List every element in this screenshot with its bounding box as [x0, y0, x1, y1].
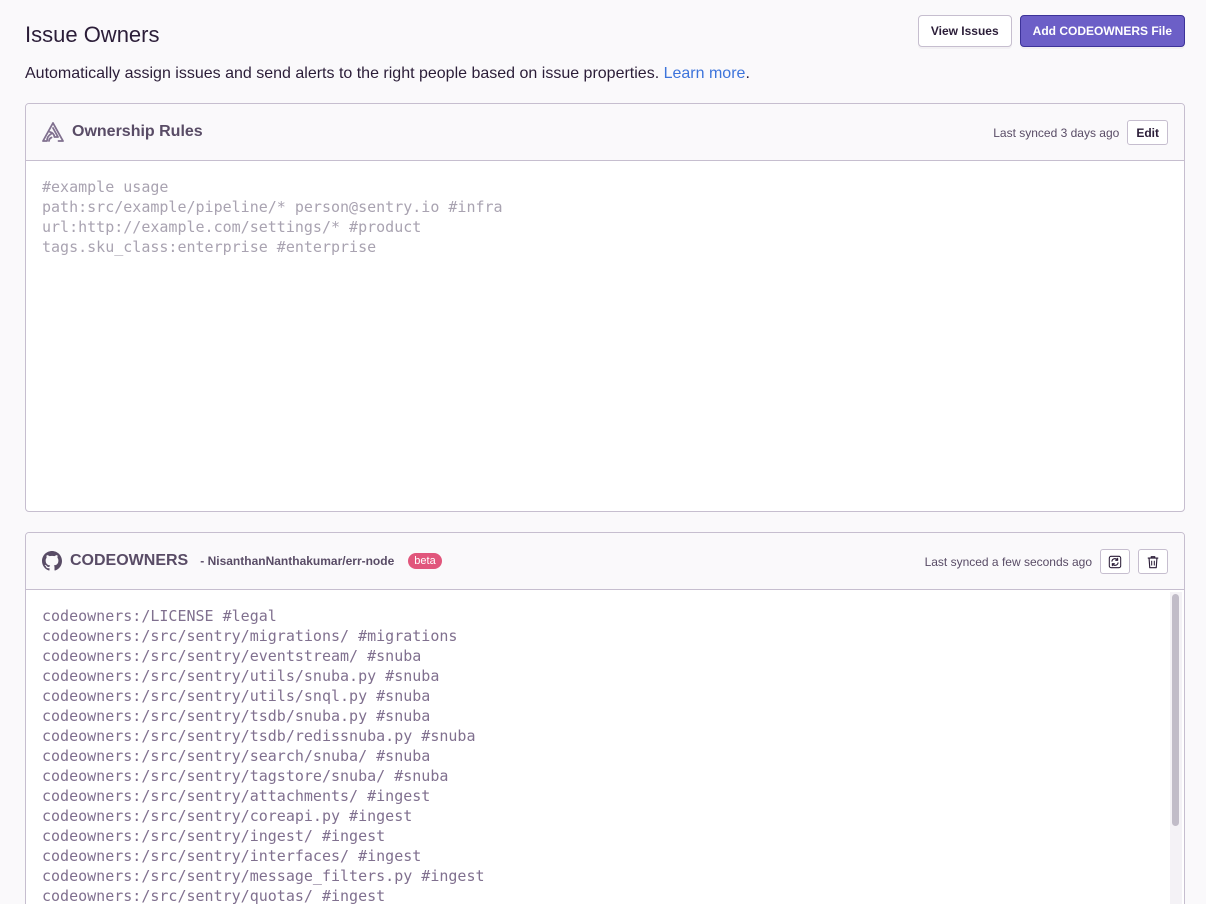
view-issues-button[interactable]: View Issues — [917, 15, 1012, 47]
codeowners-scrollbar[interactable] — [1170, 592, 1182, 904]
sentry-logo-icon — [42, 122, 64, 142]
description-period: . — [745, 65, 750, 82]
add-codeowners-button[interactable]: Add CODEOWNERS File — [1019, 15, 1185, 47]
header-actions: View Issues Add CODEOWNERS File — [917, 15, 1185, 47]
ownership-rules-controls: Last synced 3 days ago Edit — [993, 104, 1168, 161]
trash-icon — [1146, 555, 1160, 569]
refresh-codeowners-button[interactable] — [1100, 549, 1130, 574]
ownership-rules-header: Ownership Rules Last synced 3 days ago E… — [26, 104, 1184, 161]
beta-badge: beta — [408, 553, 442, 569]
learn-more-link[interactable]: Learn more — [664, 65, 746, 82]
codeowners-title: CODEOWNERS - NisanthanNanthakumar/err-no… — [42, 551, 442, 571]
ownership-rules-title-text: Ownership Rules — [72, 123, 203, 140]
codeowners-controls: Last synced a few seconds ago — [925, 533, 1168, 590]
codeowners-panel: CODEOWNERS - NisanthanNanthakumar/err-no… — [25, 532, 1185, 904]
codeowners-title-text: CODEOWNERS — [70, 552, 189, 569]
description-text: Automatically assign issues and send ale… — [25, 65, 660, 82]
codeowners-header: CODEOWNERS - NisanthanNanthakumar/err-no… — [26, 533, 1184, 590]
ownership-last-synced: Last synced 3 days ago — [993, 125, 1120, 140]
scrollbar-thumb[interactable] — [1172, 594, 1179, 826]
refresh-icon — [1108, 555, 1122, 569]
codeowners-content: codeowners:/LICENSE #legal codeowners:/s… — [42, 607, 485, 904]
delete-codeowners-button[interactable] — [1138, 549, 1168, 574]
ownership-rules-editor[interactable]: #example usage path:src/example/pipeline… — [26, 161, 1184, 257]
ownership-rules-panel: Ownership Rules Last synced 3 days ago E… — [25, 103, 1185, 512]
page-description: Automatically assign issues and send ale… — [25, 65, 750, 83]
ownership-rules-title: Ownership Rules — [42, 122, 203, 142]
codeowners-repo: - NisanthanNanthakumar/err-node — [200, 554, 395, 568]
codeowners-last-synced: Last synced a few seconds ago — [924, 554, 1092, 569]
page-title: Issue Owners — [25, 22, 160, 47]
edit-ownership-button[interactable]: Edit — [1127, 120, 1168, 145]
github-icon — [42, 551, 62, 571]
